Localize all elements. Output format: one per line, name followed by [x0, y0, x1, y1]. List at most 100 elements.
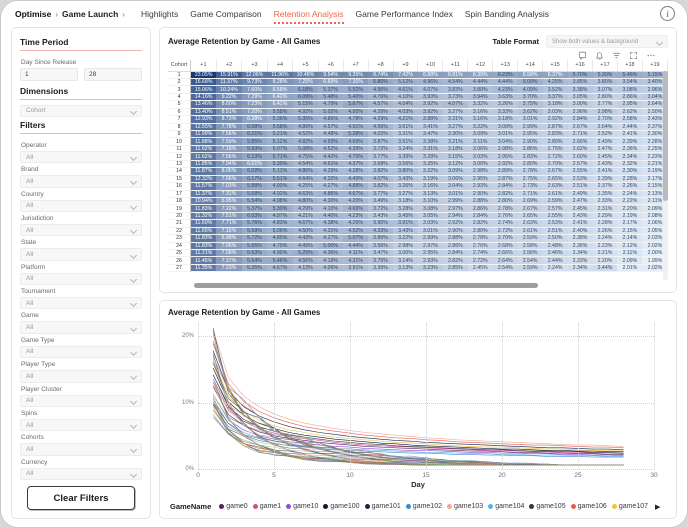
- table-col-day-14[interactable]: +14: [517, 60, 544, 72]
- table-cell-value: 2.59%: [517, 234, 543, 243]
- table-col-day-2[interactable]: +2: [216, 60, 243, 72]
- filter-select-game[interactable]: All: [20, 321, 142, 334]
- table-row[interactable]: 21 11.60% 7.71% 5.76% 4.83% 4.67% 4.38% 4.26% 3.…: [168, 219, 668, 228]
- table-col-day-5[interactable]: +5: [292, 60, 319, 72]
- legend-item[interactable]: game102: [405, 503, 442, 510]
- table-col-day-12[interactable]: +12: [467, 60, 494, 72]
- table-vertical-scrollbar[interactable]: [663, 71, 668, 280]
- table-col-day-3[interactable]: +3: [241, 60, 268, 72]
- filter-select-operator[interactable]: All: [20, 150, 142, 164]
- table-row[interactable]: 19 11.83% 7.22% 5.37% 5.30% 4.29% 4.10% 4.69% 3.…: [168, 204, 668, 213]
- table-row[interactable]: 13 11.85% 7.94% 6.61% 5.30% 4.54% 4.61% 4.37% 3.…: [168, 160, 668, 168]
- legend-item[interactable]: game105: [529, 503, 566, 510]
- filter-select-player-type[interactable]: All: [20, 370, 142, 383]
- table-row[interactable]: 22 11.65% 7.16% 5.59% 5.06% 4.50% 4.31% 4.52% 4.…: [168, 227, 668, 235]
- table-col-day-16[interactable]: +16: [567, 60, 593, 72]
- expand-icon[interactable]: [629, 51, 638, 60]
- table-col-day-17[interactable]: +17: [592, 60, 618, 72]
- legend-item[interactable]: game0: [219, 503, 248, 510]
- info-icon[interactable]: i: [660, 6, 675, 21]
- table-col-day-13[interactable]: +13: [492, 60, 519, 72]
- table-row[interactable]: 18 10.94% 6.95% 5.54% 4.98% 4.80% 4.30% 4.20% 3.…: [168, 197, 668, 205]
- legend-item[interactable]: game106: [570, 503, 607, 510]
- table-row[interactable]: 26 11.45% 7.37% 5.64% 5.46% 4.56% 4.19% 4.31% 3.…: [168, 256, 668, 265]
- table-col-day-10[interactable]: +10: [417, 60, 444, 72]
- filter-select-platform[interactable]: All: [20, 272, 142, 286]
- legend-item[interactable]: game103: [447, 503, 483, 510]
- table-col-day-19[interactable]: +19: [642, 60, 668, 72]
- table-col-day-4[interactable]: +4: [267, 60, 294, 72]
- filter-select-brand[interactable]: All: [20, 175, 142, 188]
- table-row[interactable]: 14 11.87% 8.06% 6.02% 5.11% 4.86% 4.29% 4.28% 3.…: [168, 167, 668, 176]
- day-to-input[interactable]: 28: [84, 67, 142, 81]
- table-cell-value: 4.61%: [393, 85, 418, 94]
- table-row[interactable]: 12 11.62% 7.56% 6.13% 5.71% 4.75% 4.42% 4.70% 3.…: [168, 152, 668, 161]
- day-from-input[interactable]: 1: [20, 67, 78, 81]
- table-row[interactable]: 20 11.32% 7.51% 6.03% 4.97% 4.21% 4.40% 4.23% 3.…: [168, 212, 668, 220]
- filter-select-game-type[interactable]: All: [20, 345, 142, 359]
- filter-select-jurisdiction[interactable]: All: [20, 224, 142, 237]
- table-row[interactable]: 16 11.57% 7.03% 5.88% 4.99% 4.25% 4.27% 4.88% 3.…: [168, 182, 668, 190]
- breadcrumb-optimise[interactable]: Optimise: [15, 9, 51, 19]
- table-cell-value: 4.78%: [343, 115, 369, 124]
- table-row[interactable]: 15 12.32% 7.66% 6.17% 5.51% 4.64% 4.32% 4.49% 4.…: [168, 175, 668, 183]
- table-scroll-area[interactable]: Cohort +1 +2 +3 +4 +5 +6 +7 +8 +9 +10 +11 +12 +13 +14 +…: [168, 60, 668, 288]
- table-row[interactable]: 11 11.62% 7.18% 5.93% 5.07% 5.08% 4.52% 4.39% 3.…: [168, 145, 668, 153]
- tab-retention-analysis[interactable]: Retention Analysis: [273, 9, 344, 24]
- chart-gridline-horizontal: [198, 469, 654, 470]
- legend-item[interactable]: game1: [252, 503, 281, 510]
- table-col-day-9[interactable]: +9: [393, 60, 419, 72]
- clear-filters-button[interactable]: Clear Filters: [27, 486, 135, 510]
- table-row[interactable]: 9 11.99% 7.56% 6.21% 5.21% 4.52% 4.48% 5.28% 4.0…: [168, 130, 668, 138]
- legend-item[interactable]: game10: [286, 503, 318, 510]
- table-row[interactable]: 27 11.35% 7.23% 5.35% 4.67% 4.13% 4.06% 3.91% 3.…: [168, 264, 668, 272]
- table-row[interactable]: 10 11.88% 7.59% 5.85% 5.12% 4.82% 4.93% 4.69% 3.…: [168, 137, 668, 146]
- table-col-cohort[interactable]: Cohort: [168, 60, 192, 72]
- table-row[interactable]: 7 12.93% 8.73% 6.38% 5.36% 5.35% 4.86% 4.78% 4.2…: [168, 115, 668, 124]
- filter-icon[interactable]: [612, 51, 621, 60]
- legend-item[interactable]: game107: [611, 503, 648, 510]
- table-format-select[interactable]: Show both values & background: [546, 35, 668, 48]
- table-row[interactable]: 8 12.55% 7.78% 6.08% 5.58% 4.89% 4.57% 4.91% 4.5…: [168, 123, 668, 131]
- table-row[interactable]: 25 11.21% 7.08% 5.63% 4.90% 5.29% 4.36% 4.11% 3.…: [168, 249, 668, 257]
- table-row[interactable]: 17 11.37% 7.31% 5.68% 4.92% 4.63% 4.86% 4.67% 3.…: [168, 190, 668, 198]
- table-row[interactable]: 24 11.83% 7.06% 5.65% 4.79% 4.49% 5.00% 4.44% 3.…: [168, 242, 668, 250]
- table-row[interactable]: 6 13.40% 8.51% 7.20% 5.58% 4.92% 5.02% 4.95% 4.2…: [168, 108, 668, 116]
- table-col-day-15[interactable]: +15: [542, 60, 569, 72]
- table-row[interactable]: 2 16.68% 11.37% 9.73% 8.28% 7.25% 6.69% 7.30% 5.…: [168, 78, 668, 86]
- table-row[interactable]: 4 14.16% 9.22% 7.29% 6.42% 6.09% 5.48% 5.40% 4.7…: [168, 93, 668, 101]
- tab-game-comparison[interactable]: Game Comparison: [190, 9, 261, 20]
- table-col-day-8[interactable]: +8: [368, 60, 394, 72]
- filter-select-cohorts[interactable]: All: [20, 443, 142, 456]
- table-horizontal-scrollbar[interactable]: [194, 283, 538, 288]
- table-col-day-6[interactable]: +6: [318, 60, 344, 72]
- legend-item[interactable]: game101: [364, 503, 401, 510]
- table-row[interactable]: 5 13.46% 8.60% 7.23% 6.41% 5.15% 4.79% 5.67% 4.5…: [168, 100, 668, 109]
- table-row[interactable]: 1 23.05% 15.91% 12.06% 11.96% 10.48% 9.54% 9.35…: [168, 71, 668, 79]
- table-col-day-7[interactable]: +7: [343, 60, 369, 72]
- table-row[interactable]: 23 11.83% 6.98% 5.72% 4.85% 4.43% 4.27% 5.07% 3.…: [168, 234, 668, 243]
- filter-select-player-cluster[interactable]: All: [20, 394, 142, 407]
- more-icon[interactable]: [646, 51, 656, 60]
- filter-select-spins[interactable]: All: [20, 418, 142, 432]
- legend-item[interactable]: game104: [488, 503, 524, 510]
- legend-item[interactable]: game100: [323, 503, 360, 510]
- filter-select-state[interactable]: All: [20, 248, 142, 261]
- comment-icon[interactable]: [578, 51, 587, 60]
- filter-select-currency[interactable]: All: [20, 467, 142, 480]
- tab-highlights[interactable]: Highlights: [141, 9, 178, 20]
- filter-select-tournament[interactable]: All: [20, 297, 142, 310]
- table-row[interactable]: 3 15.06% 10.24% 7.60% 6.58% 6.18% 5.37% 5.52% 4.…: [168, 85, 668, 94]
- table-col-day-18[interactable]: +18: [617, 60, 643, 72]
- breadcrumb-game-launch[interactable]: Game Launch: [62, 9, 118, 19]
- tab-game-performance-index[interactable]: Game Performance Index: [356, 9, 453, 20]
- table-col-day-11[interactable]: +11: [442, 60, 469, 72]
- table-cell-value: 7.56%: [216, 130, 242, 138]
- table-col-day-1[interactable]: +1: [190, 60, 217, 72]
- bell-icon[interactable]: [595, 51, 604, 60]
- filter-select-country[interactable]: All: [20, 199, 142, 213]
- tab-spin-banding-analysis[interactable]: Spin Banding Analysis: [465, 9, 549, 20]
- legend-next-icon[interactable]: ▶: [655, 503, 660, 511]
- dimension-select-cohort[interactable]: Cohort: [20, 104, 142, 118]
- table-cell-value: 6.09%: [292, 93, 319, 101]
